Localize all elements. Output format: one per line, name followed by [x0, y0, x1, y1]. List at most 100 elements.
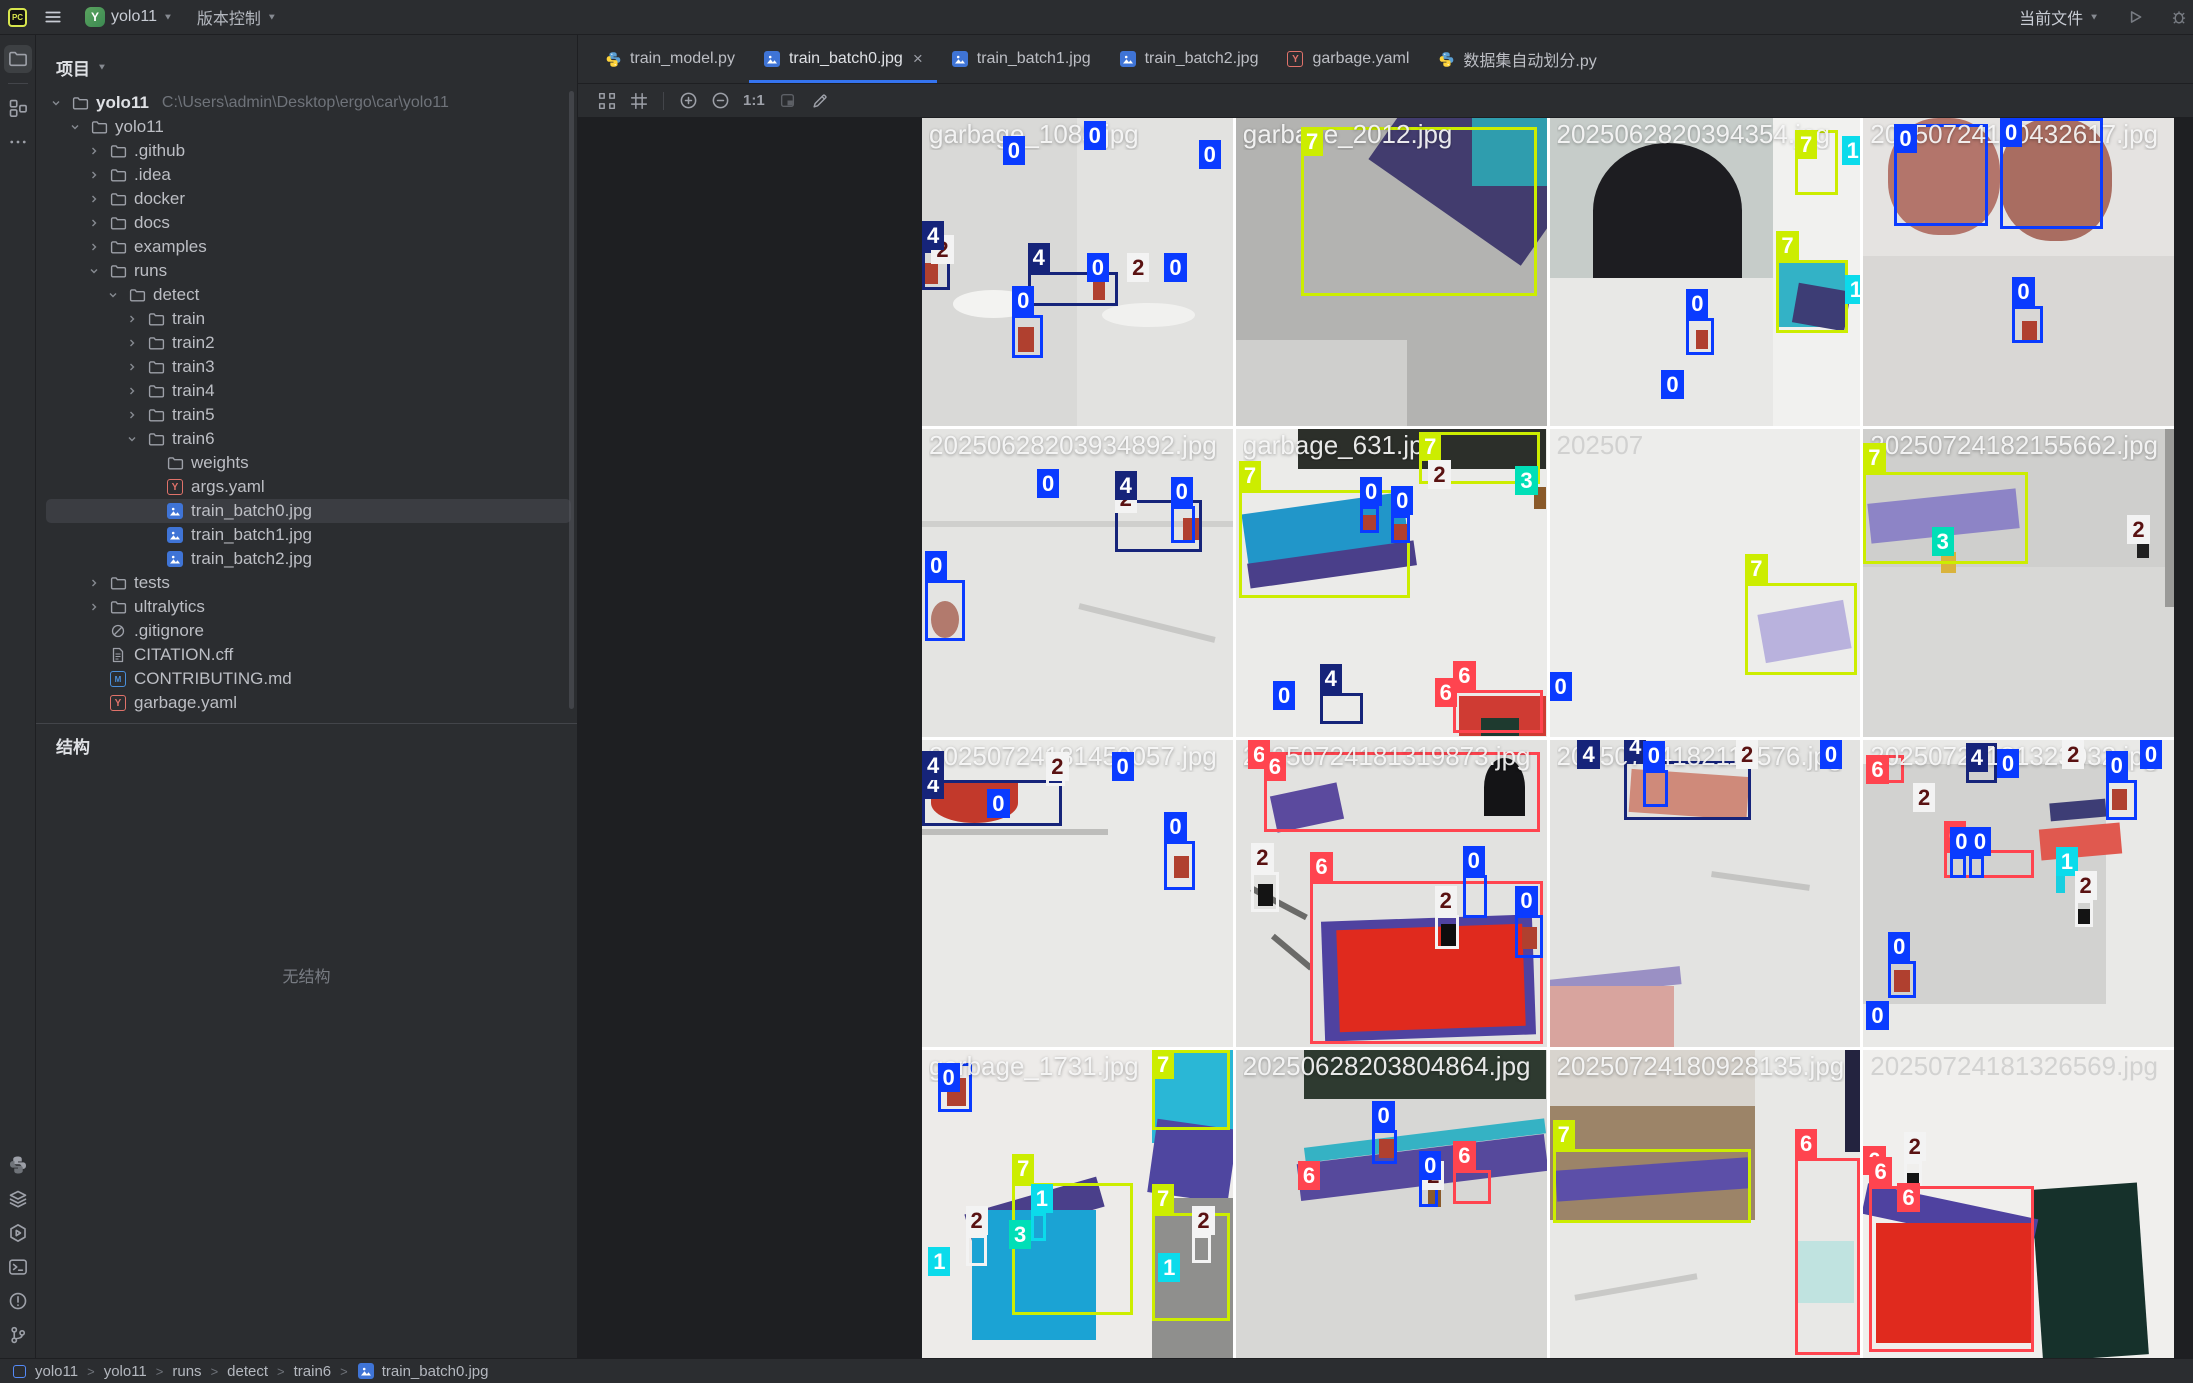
chevron-right-icon[interactable]	[124, 337, 140, 349]
grid-icon[interactable]	[626, 88, 652, 114]
breadcrumb: yolo11>yolo11>runs>detect>train6>train_b…	[10, 1362, 489, 1380]
tree-item-train5[interactable]: train5	[36, 403, 577, 427]
tab-train_batch2.jpg[interactable]: train_batch2.jpg	[1105, 35, 1273, 83]
project-folder-icon[interactable]	[4, 45, 32, 73]
chevron-right-icon[interactable]	[86, 169, 102, 181]
chevron-right-icon[interactable]	[86, 577, 102, 589]
tree-item-label: train5	[172, 405, 215, 425]
tree-item-args.yaml[interactable]: Yargs.yaml	[36, 475, 577, 499]
chevron-right-icon[interactable]	[86, 241, 102, 253]
chevron-down-icon[interactable]	[48, 97, 64, 109]
toolbar-separator	[663, 92, 664, 110]
tab-train_batch1.jpg[interactable]: train_batch1.jpg	[937, 35, 1105, 83]
tree-item-train6[interactable]: train6	[36, 427, 577, 451]
tab-数据集自动划分.py[interactable]: 数据集自动划分.py	[1423, 35, 1610, 83]
mosaic[interactable]: 0002440200garbage_1085.jpg7garbage_2012.…	[922, 118, 2174, 1358]
chevron-right-icon[interactable]	[86, 601, 102, 613]
class-label: 0	[1199, 140, 1221, 169]
problems-icon[interactable]	[4, 1287, 32, 1315]
mosaic-tile: 7garbage_2012.jpg	[1236, 118, 1547, 426]
version-control-branch-icon[interactable]	[4, 1321, 32, 1349]
project-widget[interactable]: Y yolo11 ▼	[79, 5, 179, 29]
mosaic-tile: 6026020250628203804864.jpg	[1236, 1050, 1547, 1358]
chevron-right-icon[interactable]	[124, 385, 140, 397]
class-label: 7	[1553, 1120, 1575, 1149]
tree-item-.idea[interactable]: .idea	[36, 163, 577, 187]
image-viewer-canvas[interactable]: 0002440200garbage_1085.jpg7garbage_2012.…	[578, 118, 2193, 1358]
class-label: 6	[1298, 1161, 1320, 1190]
tree-item-ultralytics[interactable]: ultralytics	[36, 595, 577, 619]
tree-item-tests[interactable]: tests	[36, 571, 577, 595]
breadcrumb-item-train_batch0.jpg[interactable]: train_batch0.jpg	[357, 1362, 489, 1380]
vcs-widget[interactable]: 版本控制 ▼	[191, 3, 283, 31]
tree-item-runs[interactable]: runs	[36, 259, 577, 283]
chevron-right-icon[interactable]	[86, 193, 102, 205]
mosaic-tile: 6240200160020020250724181323032.jpg	[1863, 740, 2174, 1048]
tree-item-train4[interactable]: train4	[36, 379, 577, 403]
tree-item-weights[interactable]: weights	[36, 451, 577, 475]
project-tree-scrollbar[interactable]	[569, 91, 574, 709]
mosaic-tile: 7171002025062820394354.jpg	[1550, 118, 1861, 426]
tree-item-garbage.yaml[interactable]: Ygarbage.yaml	[36, 691, 577, 715]
run-icon[interactable]	[2121, 3, 2149, 31]
breadcrumb-separator-icon: >	[211, 1364, 219, 1379]
tree-item-.gitignore[interactable]: .gitignore	[36, 619, 577, 643]
breadcrumb-item-detect[interactable]: detect	[227, 1363, 268, 1380]
tree-item-train[interactable]: train	[36, 307, 577, 331]
mosaic-tile: 44020020250724181459057.jpg	[922, 740, 1233, 1048]
breadcrumb-item-train6[interactable]: train6	[294, 1363, 332, 1380]
run-anything-icon[interactable]	[4, 1219, 32, 1247]
tree-item-docs[interactable]: docs	[36, 211, 577, 235]
tree-item-docker[interactable]: docker	[36, 187, 577, 211]
tab-close-icon[interactable]: ×	[913, 49, 923, 69]
tree-item-.github[interactable]: .github	[36, 139, 577, 163]
chevron-down-icon[interactable]: ▼	[97, 62, 107, 71]
tab-garbage.yaml[interactable]: Ygarbage.yaml	[1272, 35, 1423, 83]
tree-item-train_batch2.jpg[interactable]: train_batch2.jpg	[36, 547, 577, 571]
chevron-down-icon[interactable]	[124, 433, 140, 445]
debug-icon[interactable]	[2165, 3, 2193, 31]
tree-item-train2[interactable]: train2	[36, 331, 577, 355]
tile-shape	[1593, 143, 1742, 278]
chevron-right-icon[interactable]	[124, 361, 140, 373]
tree-item-train_batch0.jpg[interactable]: train_batch0.jpg	[36, 499, 577, 523]
editor-area: train_model.pytrain_batch0.jpg×train_bat…	[578, 35, 2193, 1358]
tree-item-train_batch1.jpg[interactable]: train_batch1.jpg	[36, 523, 577, 547]
edit-externally-icon[interactable]	[807, 88, 833, 114]
tree-item-examples[interactable]: examples	[36, 235, 577, 259]
chevron-right-icon[interactable]	[86, 145, 102, 157]
tab-train_model.py[interactable]: train_model.py	[590, 35, 749, 83]
tab-label: 数据集自动划分.py	[1463, 47, 1596, 71]
zoom-out-icon[interactable]	[707, 88, 733, 114]
tree-item-yolo11[interactable]: yolo11C:\Users\admin\Desktop\ergo\car\yo…	[36, 91, 577, 115]
commit-structure-icon[interactable]	[4, 94, 32, 122]
breadcrumb-item-yolo11[interactable]: yolo11	[104, 1363, 147, 1380]
run-configuration-widget[interactable]: 当前文件 ▼	[2013, 3, 2105, 31]
fit-content-icon[interactable]	[594, 88, 620, 114]
main-menu-hamburger-icon[interactable]	[39, 3, 67, 31]
chevron-down-icon[interactable]	[105, 289, 121, 301]
breadcrumb-item-runs[interactable]: runs	[172, 1363, 201, 1380]
tool-stripe-top	[4, 42, 32, 159]
python-packages-icon[interactable]	[4, 1151, 32, 1179]
breadcrumb-item-yolo11[interactable]: yolo11	[10, 1362, 78, 1380]
tree-item-CONTRIBUTING.md[interactable]: MCONTRIBUTING.md	[36, 667, 577, 691]
chevron-right-icon[interactable]	[124, 409, 140, 421]
terminal-icon[interactable]	[4, 1253, 32, 1281]
chevron-down-icon[interactable]	[86, 265, 102, 277]
tab-train_batch0.jpg[interactable]: train_batch0.jpg×	[749, 35, 937, 83]
chevron-right-icon[interactable]	[86, 217, 102, 229]
tree-item-train3[interactable]: train3	[36, 355, 577, 379]
actual-size-label[interactable]: 1:1	[739, 92, 769, 109]
tree-item-label: docs	[134, 213, 170, 233]
chevron-down-icon[interactable]	[67, 121, 83, 133]
more-tool-windows-icon[interactable]	[4, 128, 32, 156]
zoom-in-icon[interactable]	[675, 88, 701, 114]
tree-item-yolo11[interactable]: yolo11	[36, 115, 577, 139]
chevron-right-icon[interactable]	[124, 313, 140, 325]
tree-item-label: CONTRIBUTING.md	[134, 669, 292, 689]
services-layers-icon[interactable]	[4, 1185, 32, 1213]
tree-item-CITATION.cff[interactable]: CITATION.cff	[36, 643, 577, 667]
tree-item-detect[interactable]: detect	[36, 283, 577, 307]
doc-icon	[109, 646, 127, 664]
